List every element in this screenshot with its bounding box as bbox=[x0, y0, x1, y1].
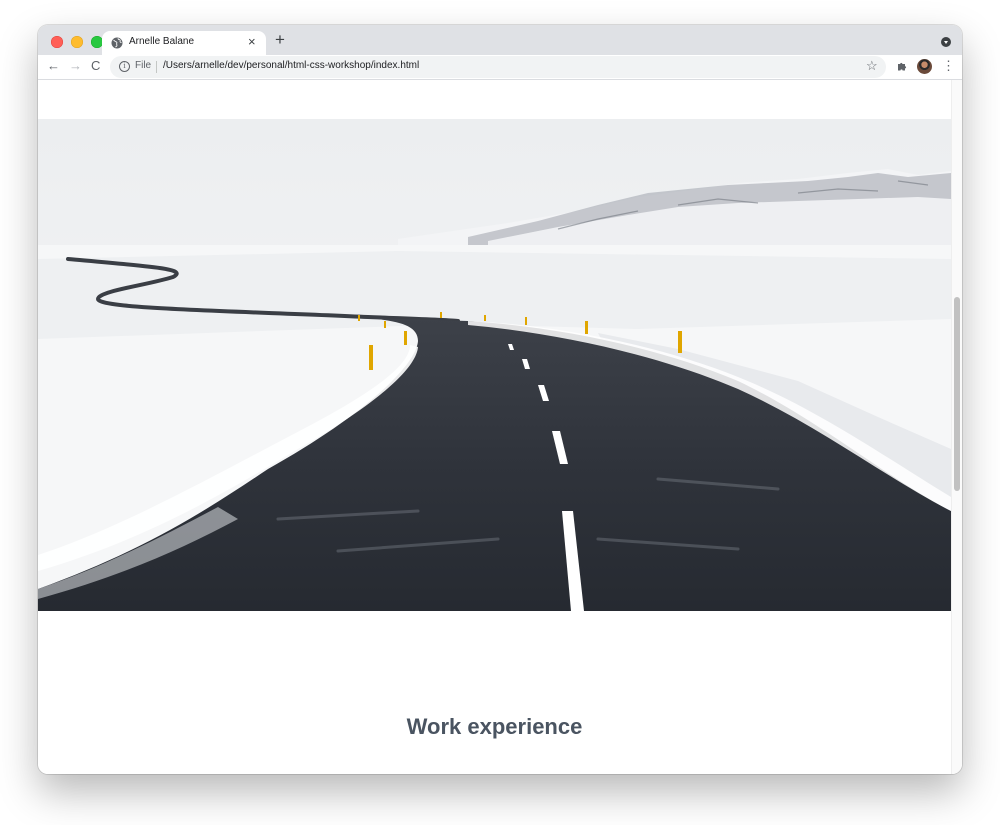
forward-button[interactable]: → bbox=[69, 58, 82, 74]
scrollbar-thumb[interactable] bbox=[954, 297, 960, 491]
hero-image bbox=[38, 119, 951, 611]
tab-search-icon[interactable] bbox=[941, 37, 951, 47]
avatar-icon[interactable] bbox=[917, 59, 932, 74]
back-button[interactable]: ← bbox=[47, 58, 60, 74]
address-separator bbox=[156, 61, 157, 73]
globe-icon bbox=[111, 37, 123, 49]
vertical-scrollbar[interactable] bbox=[951, 80, 962, 774]
menu-icon[interactable]: ⋮ bbox=[942, 58, 955, 74]
page-viewport: Work experience bbox=[38, 80, 962, 774]
scheme-label: File bbox=[135, 60, 152, 71]
reload-button[interactable]: C bbox=[91, 58, 100, 74]
tab-strip: Arnelle Balane × + bbox=[38, 25, 962, 55]
bookmark-star-icon[interactable]: ☆ bbox=[866, 58, 878, 74]
browser-toolbar: ← → C i File /Users/arnelle/dev/personal… bbox=[38, 55, 962, 80]
new-tab-button[interactable]: + bbox=[275, 30, 285, 50]
address-bar[interactable]: i File /Users/arnelle/dev/personal/html-… bbox=[110, 56, 886, 78]
browser-window: Arnelle Balane × + ← → C i File /Users/a… bbox=[38, 25, 962, 774]
info-icon[interactable]: i bbox=[119, 61, 130, 72]
minimize-window-button[interactable] bbox=[71, 36, 83, 48]
tab-close-icon[interactable]: × bbox=[248, 34, 256, 50]
close-window-button[interactable] bbox=[51, 36, 63, 48]
tab-active[interactable]: Arnelle Balane × bbox=[102, 31, 266, 55]
url-text[interactable]: /Users/arnelle/dev/personal/html-css-wor… bbox=[163, 60, 419, 71]
section-heading-work-experience: Work experience bbox=[406, 714, 583, 739]
tab-title: Arnelle Balane bbox=[129, 36, 195, 47]
puzzle-icon[interactable] bbox=[897, 61, 907, 71]
